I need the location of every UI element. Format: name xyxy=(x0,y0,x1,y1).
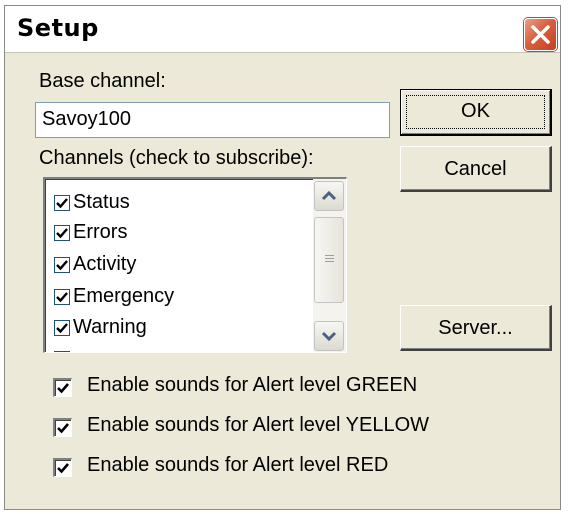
check-icon xyxy=(56,323,68,334)
alert-green-option[interactable]: Enable sounds for Alert level GREEN xyxy=(53,374,533,404)
check-icon xyxy=(56,260,68,271)
channel-label: Warning xyxy=(73,316,147,338)
scroll-up-button[interactable] xyxy=(314,181,344,211)
channel-list-scrollbar[interactable] xyxy=(313,179,346,352)
chevron-up-icon xyxy=(321,190,337,201)
channel-checkbox[interactable] xyxy=(54,289,70,305)
close-button[interactable] xyxy=(524,18,557,51)
base-channel-label: Base channel: xyxy=(39,70,166,92)
channel-label: Errors xyxy=(73,221,128,243)
channel-list[interactable]: Status Errors Activity Emergency Warning xyxy=(43,177,347,353)
alert-green-checkbox[interactable] xyxy=(53,378,72,397)
alert-red-option[interactable]: Enable sounds for Alert level RED xyxy=(53,454,533,484)
channel-item-errors[interactable]: Errors xyxy=(54,219,304,249)
check-icon xyxy=(56,228,68,239)
alert-red-checkbox[interactable] xyxy=(53,458,72,477)
channel-checkbox[interactable] xyxy=(54,351,70,352)
cancel-button[interactable]: Cancel xyxy=(400,146,552,192)
scroll-down-button[interactable] xyxy=(314,321,344,351)
channel-item-status[interactable]: Status xyxy=(54,189,304,219)
channel-checkbox[interactable] xyxy=(54,257,70,273)
ok-button[interactable]: OK xyxy=(400,89,552,136)
setup-dialog: Setup Base channel: Savoy100 Channels (c… xyxy=(4,5,561,510)
base-channel-input[interactable]: Savoy100 xyxy=(35,102,390,138)
ok-label: OK xyxy=(461,100,490,122)
check-icon xyxy=(57,383,69,394)
channel-checkbox[interactable] xyxy=(54,320,70,336)
channels-label: Channels (check to subscribe): xyxy=(39,147,314,169)
channel-checkbox[interactable] xyxy=(54,225,70,241)
channel-label: Emergency xyxy=(73,285,175,307)
alert-yellow-checkbox[interactable] xyxy=(53,418,72,437)
check-icon xyxy=(57,423,69,434)
title-bar[interactable]: Setup xyxy=(5,6,560,52)
grip-icon xyxy=(325,255,334,264)
alert-green-label: Enable sounds for Alert level GREEN xyxy=(87,374,418,396)
channel-item-activity[interactable]: Activity xyxy=(54,251,304,281)
channel-item-partial[interactable] xyxy=(54,345,304,352)
server-button[interactable]: Server... xyxy=(400,305,552,351)
window-title: Setup xyxy=(17,14,99,42)
close-icon xyxy=(531,25,550,44)
check-icon xyxy=(56,292,68,303)
channel-label: Status xyxy=(73,191,130,213)
scroll-thumb[interactable] xyxy=(314,217,344,303)
channel-item-emergency[interactable]: Emergency xyxy=(54,283,304,313)
alert-yellow-label: Enable sounds for Alert level YELLOW xyxy=(87,414,430,436)
check-icon xyxy=(57,463,69,474)
channel-item-warning[interactable]: Warning xyxy=(54,314,304,344)
server-label: Server... xyxy=(438,317,513,339)
check-icon xyxy=(56,198,68,209)
title-separator xyxy=(5,52,560,53)
chevron-down-icon xyxy=(321,331,337,342)
alert-red-label: Enable sounds for Alert level RED xyxy=(87,454,389,476)
channel-label: Activity xyxy=(73,253,137,275)
alert-yellow-option[interactable]: Enable sounds for Alert level YELLOW xyxy=(53,414,533,444)
channel-checkbox[interactable] xyxy=(54,195,70,211)
cancel-label: Cancel xyxy=(444,158,507,180)
